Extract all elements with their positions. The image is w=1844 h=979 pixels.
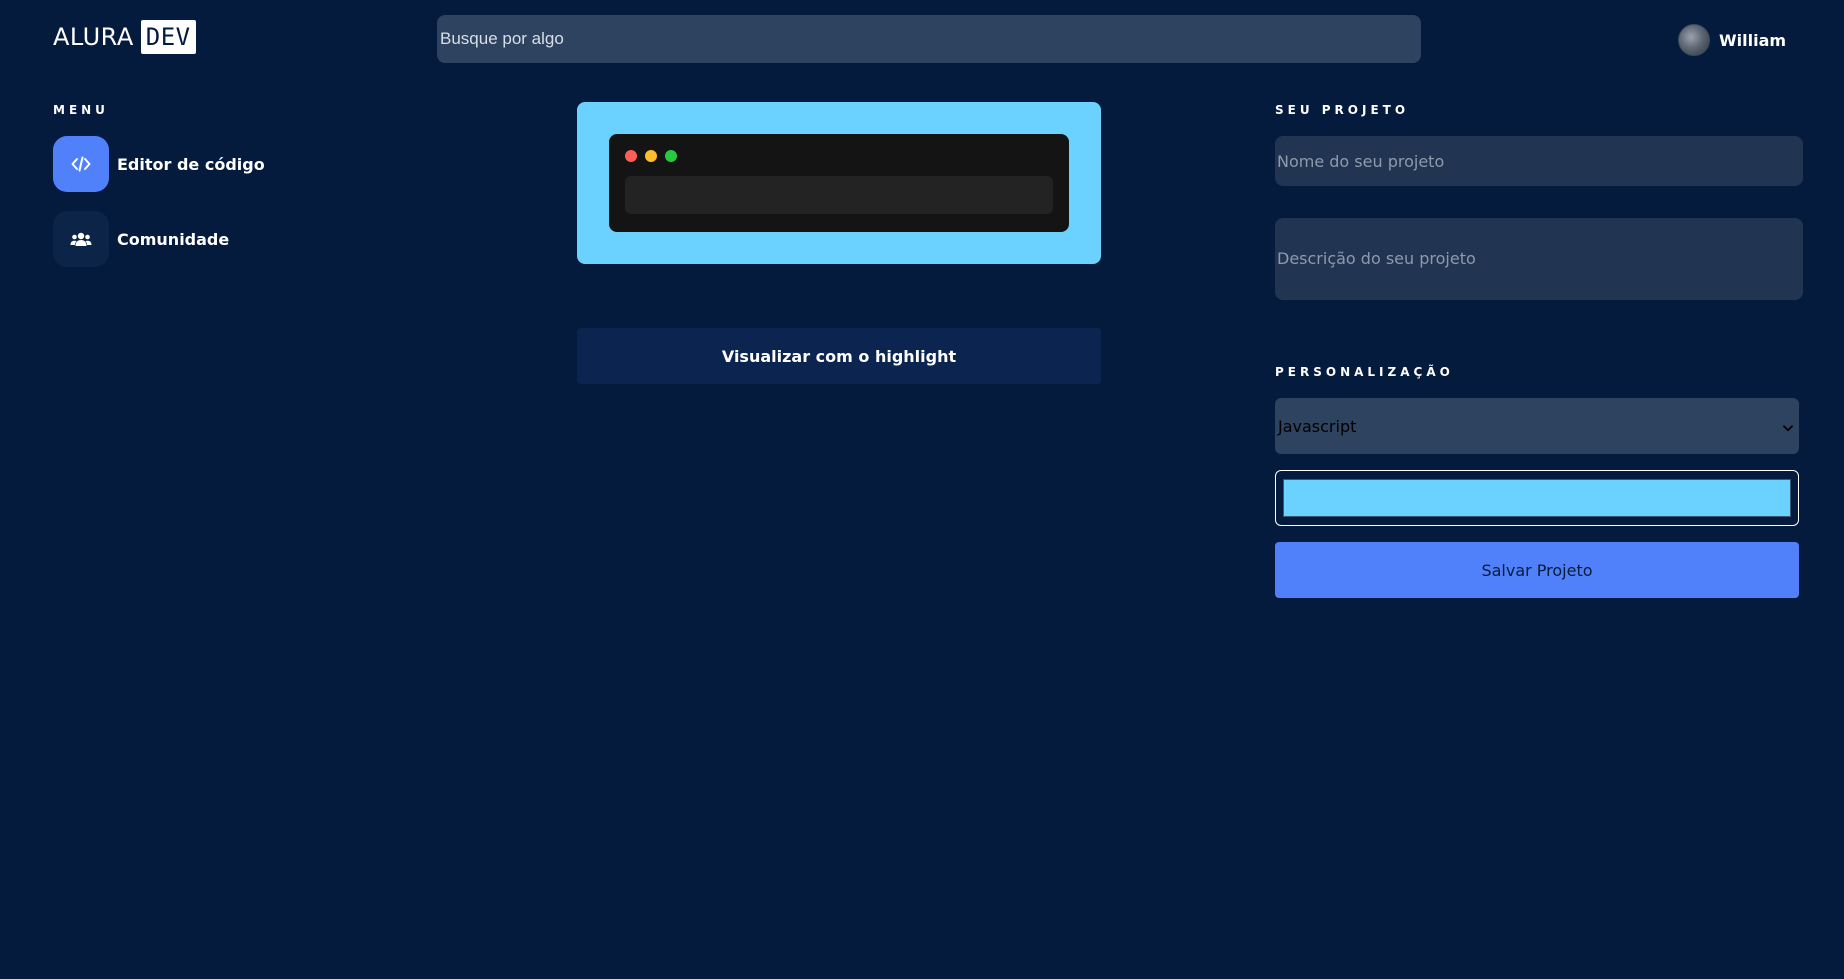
yellow-dot-icon [645, 150, 657, 162]
code-icon [53, 136, 109, 192]
search-input[interactable] [440, 15, 1421, 63]
user-name: William [1719, 30, 1787, 50]
window-controls [625, 150, 1053, 162]
color-picker[interactable] [1275, 470, 1799, 526]
code-window [609, 134, 1069, 232]
project-name-input[interactable] [1275, 136, 1803, 186]
user-profile[interactable]: William [1678, 24, 1786, 56]
project-section-title: SEU PROJETO [1275, 103, 1410, 117]
menu-title: MENU [53, 103, 109, 117]
green-dot-icon [665, 150, 677, 162]
logo-text: ALURA [53, 23, 134, 51]
project-description-input[interactable] [1275, 218, 1803, 300]
sidebar-item-label: Comunidade [117, 229, 230, 249]
red-dot-icon [625, 150, 637, 162]
sidebar-item-community[interactable]: Comunidade [53, 211, 229, 267]
save-project-button[interactable]: Salvar Projeto [1275, 542, 1799, 598]
language-select[interactable]: Javascript [1275, 398, 1799, 454]
users-icon [53, 211, 109, 267]
search-bar [437, 15, 1421, 63]
logo[interactable]: ALURA DEV [53, 20, 196, 54]
chevron-down-icon [1783, 417, 1793, 436]
sidebar-item-label: Editor de código [117, 154, 265, 174]
language-select-value: Javascript [1278, 416, 1357, 436]
customization-section-title: PERSONALIZAÇÃO [1275, 365, 1454, 379]
avatar[interactable] [1678, 24, 1710, 56]
logo-badge: DEV [140, 20, 196, 54]
color-swatch [1283, 479, 1791, 517]
code-preview-frame [577, 102, 1101, 264]
highlight-button[interactable]: Visualizar com o highlight [577, 328, 1101, 384]
sidebar-item-code-editor[interactable]: Editor de código [53, 136, 265, 192]
code-editor-area[interactable] [625, 176, 1053, 214]
